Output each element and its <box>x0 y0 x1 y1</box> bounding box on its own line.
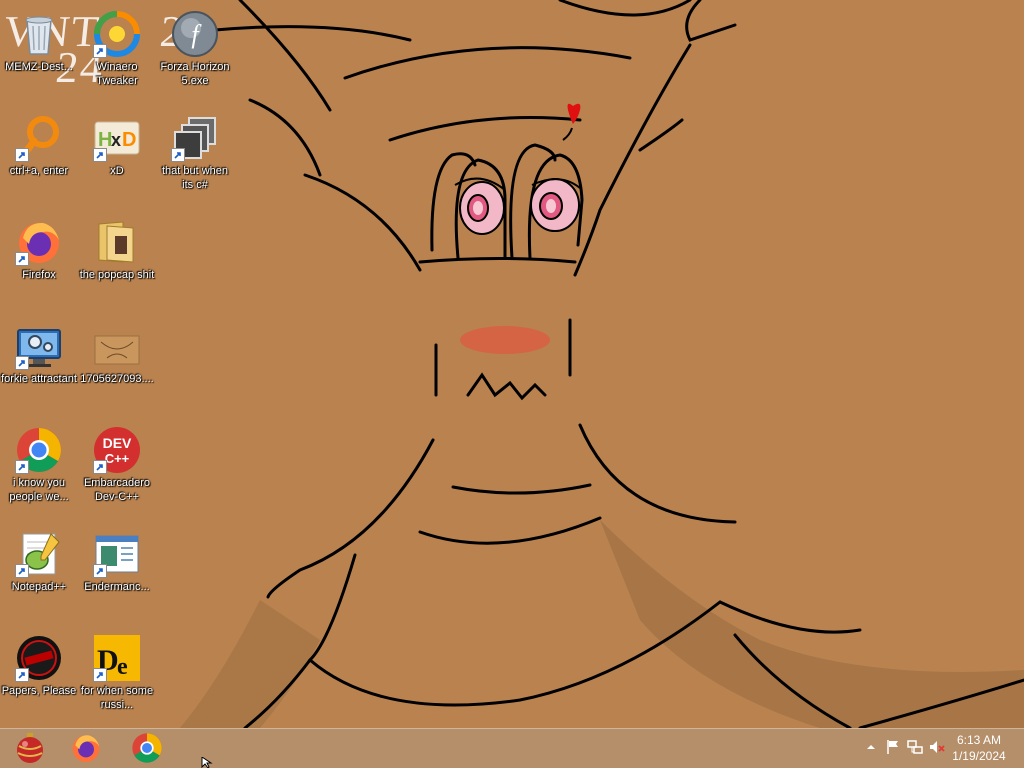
chrome-icon <box>15 426 63 474</box>
shortcut-arrow-icon <box>93 564 107 578</box>
svg-text:DEV: DEV <box>103 435 132 451</box>
system-tray: 6:13 AM 1/19/2024 <box>834 728 1024 768</box>
desktop-icon-label: xD <box>110 165 124 177</box>
desktop-icon-notepad-plus-plus[interactable]: Notepad++ <box>0 528 78 628</box>
desktop-icon-forza-horizon[interactable]: f Forza Horizon 5.exe <box>156 8 234 108</box>
shortcut-arrow-icon <box>15 252 29 266</box>
desktop-icon-label: the popcap shit <box>79 269 155 281</box>
desktop-icon-label: Winaero Tweaker <box>96 61 138 87</box>
shortcut-arrow-icon <box>15 564 29 578</box>
desktop-icon-label: Papers, Please <box>1 685 77 697</box>
desktop-icon-winaero-tweaker[interactable]: Winaero Tweaker <box>78 8 156 108</box>
desktop-icon-memz[interactable]: MEMZ-Dest... <box>0 8 78 108</box>
desktop-icon-papers-please[interactable]: Papers, Please <box>0 632 78 728</box>
volume-muted-icon[interactable] <box>928 738 946 756</box>
orange-magnifier-icon <box>15 114 63 162</box>
firefox-icon <box>15 218 63 266</box>
shortcut-arrow-icon <box>93 148 107 162</box>
desktop-icon-label: Embarcadero Dev-C++ <box>83 477 151 503</box>
clock-time: 6:13 AM <box>956 733 1002 747</box>
hxd-icon: HxD <box>93 114 141 162</box>
svg-text:x: x <box>111 130 121 150</box>
taskbar-firefox-button[interactable] <box>56 728 116 768</box>
desktop-icon-label: MEMZ-Dest... <box>5 61 73 73</box>
show-hidden-icons-icon[interactable] <box>862 738 880 756</box>
notepad-plus-plus-icon <box>15 530 63 578</box>
desktop-icon-label: Firefox <box>22 269 56 281</box>
network-icon[interactable] <box>906 738 924 756</box>
desktop-icon-i-know-you-people[interactable]: i know you people we... <box>0 424 78 524</box>
taskbar-chrome-button[interactable] <box>117 728 177 768</box>
recycle-bin-icon <box>15 10 63 58</box>
shortcut-arrow-icon <box>93 668 107 682</box>
desktop-icon-ctrl-a-enter[interactable]: ctrl+a, enter <box>0 112 78 212</box>
desktop-icon-dev-cpp[interactable]: DEV C++ Embarcadero Dev-C++ <box>78 424 156 524</box>
desktop-icon-endermanch[interactable]: Endermanc... <box>78 528 156 628</box>
winaero-tweaker-icon <box>93 10 141 58</box>
de-app-icon: De <box>93 634 141 682</box>
desktop-icon-label: i know you people we... <box>9 477 69 503</box>
desktop-icon-label: ctrl+a, enter <box>9 165 69 177</box>
christmas-ornament-icon <box>17 733 43 763</box>
shortcut-arrow-icon <box>15 356 29 370</box>
mouse-cursor-icon <box>201 757 213 768</box>
taskbar-clock[interactable]: 6:13 AM 1/19/2024 <box>948 732 1010 764</box>
chrome-icon <box>132 733 162 763</box>
svg-text:e: e <box>117 654 128 680</box>
shortcut-arrow-icon <box>15 148 29 162</box>
folder-icon <box>93 218 141 266</box>
desktop-icon-label: Forza Horizon 5.exe <box>160 61 230 87</box>
window-app-icon <box>93 530 141 578</box>
desktop-icon-label: Notepad++ <box>11 581 67 593</box>
flash-player-icon: f <box>171 10 219 58</box>
desktop-icon-label: forkie attractant <box>1 373 77 385</box>
desktop-icon-label: Endermanc... <box>84 581 150 593</box>
shortcut-arrow-icon <box>15 460 29 474</box>
shortcut-arrow-icon <box>93 44 107 58</box>
desktop-icon-label: that but when its c# <box>161 165 229 191</box>
papers-please-icon <box>15 634 63 682</box>
desktop-icon-forkie-attractant[interactable]: forkie attractant <box>0 320 78 420</box>
desktop-icon-firefox[interactable]: Firefox <box>0 216 78 316</box>
svg-text:C++: C++ <box>105 451 130 466</box>
desktop-icon-for-when-some-russi[interactable]: De for when some russi... <box>78 632 156 728</box>
shortcut-arrow-icon <box>93 460 107 474</box>
firefox-icon <box>72 735 100 762</box>
clock-date: 1/19/2024 <box>952 749 1006 763</box>
dev-cpp-icon: DEV C++ <box>93 426 141 474</box>
computer-settings-icon <box>15 322 63 370</box>
desktop[interactable]: VNT2 24 MEMZ-Dest... ctrl+a, enter Firef… <box>0 0 1024 728</box>
stacked-windows-icon <box>171 114 219 162</box>
desktop-icon-image-file[interactable]: 1705627093.... <box>78 320 156 420</box>
desktop-icon-that-but-when-its-csharp[interactable]: that but when its c# <box>156 112 234 212</box>
start-button[interactable] <box>0 728 60 768</box>
desktop-icon-xd[interactable]: HxD xD <box>78 112 156 212</box>
image-file-icon <box>93 322 141 370</box>
shortcut-arrow-icon <box>15 668 29 682</box>
desktop-icon-label: 1705627093.... <box>80 373 154 385</box>
svg-text:D: D <box>122 129 136 151</box>
desktop-icon-label: for when some russi... <box>80 685 154 711</box>
shortcut-arrow-icon <box>171 148 185 162</box>
desktop-icon-popcap[interactable]: the popcap shit <box>78 216 156 316</box>
taskbar[interactable]: 6:13 AM 1/19/2024 <box>0 728 1024 768</box>
action-center-flag-icon[interactable] <box>884 738 902 756</box>
